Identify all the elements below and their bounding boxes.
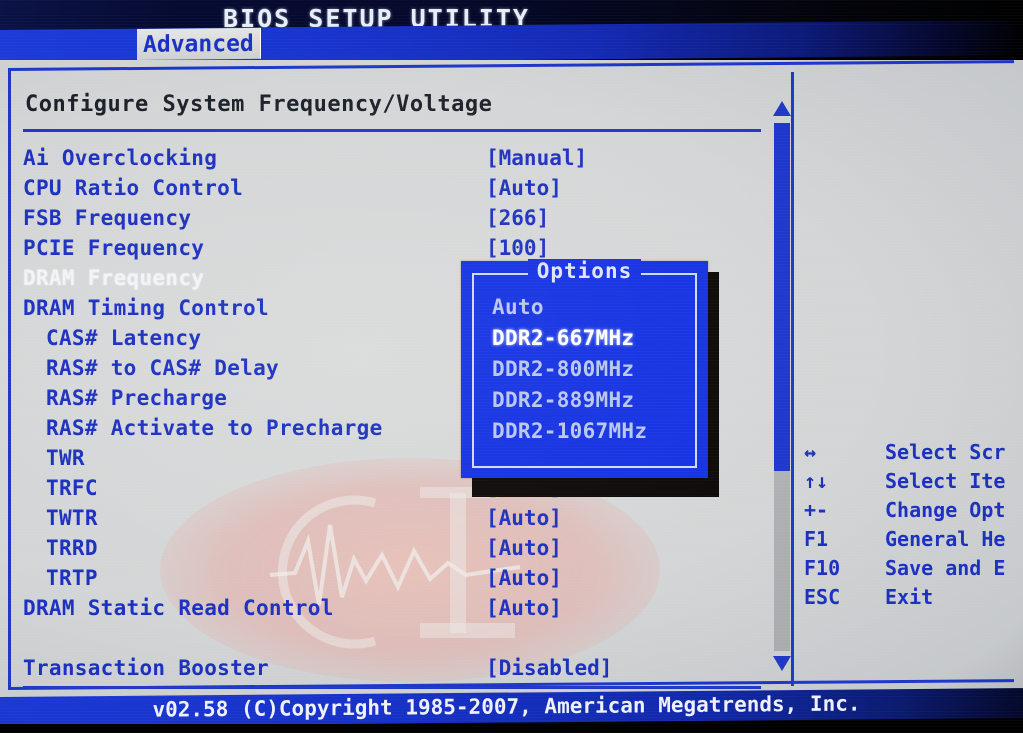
setting-label: DRAM Frequency — [23, 266, 205, 290]
help-key: F1 — [804, 527, 829, 551]
setting-label: Ai Overclocking — [23, 146, 218, 170]
help-key: F10 — [804, 556, 841, 580]
setting-label: CPU Ratio Control — [23, 176, 244, 200]
option-item[interactable]: Auto — [492, 295, 647, 326]
setting-label: FSB Frequency — [23, 206, 192, 230]
bios-screen: BIOS SETUP UTILITY Advanced Configure Sy… — [0, 0, 1023, 733]
setting-value[interactable]: [Manual] — [486, 146, 587, 170]
help-action: Select Ite — [885, 469, 1006, 493]
help-action: General He — [885, 527, 1006, 551]
help-key: ESC — [804, 585, 841, 609]
scroll-down-arrow-icon[interactable] — [773, 656, 791, 671]
settings-row[interactable]: DRAM Static Read Control [Auto] — [18, 596, 778, 626]
option-item[interactable]: DDR2-1067MHz — [492, 419, 647, 450]
setting-label: CAS# Latency — [46, 326, 202, 350]
help-action: Exit — [885, 585, 934, 609]
setting-label: Transaction Booster — [23, 656, 269, 680]
help-row: ↑↓ Select Ite — [800, 469, 1023, 498]
settings-row[interactable]: TRRD [Auto] — [18, 536, 778, 566]
help-action: Select Scr — [885, 440, 1006, 464]
scroll-up-arrow-icon[interactable] — [773, 101, 791, 116]
help-action: Save and E — [885, 556, 1006, 580]
settings-row-spacer — [18, 626, 778, 656]
help-key: ↑↓ — [804, 469, 829, 493]
tab-advanced[interactable]: Advanced — [137, 27, 261, 61]
help-row: ↔ Select Scr — [800, 440, 1023, 469]
settings-row[interactable]: FSB Frequency [266] — [18, 206, 778, 236]
setting-value[interactable]: [Auto] — [486, 596, 562, 620]
options-dialog-title: Options — [474, 259, 695, 283]
setting-value[interactable]: [Auto] — [486, 566, 562, 590]
help-key: +- — [804, 498, 829, 522]
option-item[interactable]: DDR2-889MHz — [492, 388, 647, 419]
help-row: ESC Exit — [800, 585, 1023, 614]
options-dialog-border: Options Auto DDR2-667MHz DDR2-800MHz DDR2-8… — [472, 259, 697, 468]
settings-row[interactable]: Transaction Booster [Disabled] — [18, 656, 778, 686]
setting-label: TWR — [46, 446, 85, 470]
vertical-scrollbar[interactable] — [772, 97, 792, 677]
settings-row[interactable]: TWTR [Auto] — [18, 506, 778, 536]
setting-label: TRRD — [46, 536, 98, 560]
setting-label: RAS# to CAS# Delay — [46, 356, 279, 380]
setting-value[interactable]: [Auto] — [486, 506, 562, 530]
page-title: Configure System Frequency/Voltage — [25, 92, 493, 117]
setting-label: DRAM Timing Control — [23, 296, 269, 320]
setting-label: RAS# Activate to Precharge — [46, 416, 383, 440]
scrollbar-thumb[interactable] — [774, 123, 790, 471]
title-divider — [23, 129, 761, 132]
settings-row[interactable]: Ai Overclocking [Manual] — [18, 146, 778, 176]
option-item[interactable]: DDR2-800MHz — [492, 357, 647, 388]
settings-row[interactable]: TRTP [Auto] — [18, 566, 778, 596]
setting-value[interactable]: [Auto] — [486, 176, 562, 200]
option-item[interactable]: DDR2-667MHz — [492, 326, 647, 357]
options-list: Auto DDR2-667MHz DDR2-800MHz DDR2-889MHz DDR… — [492, 295, 647, 450]
screen-bottom-bezel — [0, 724, 1023, 733]
help-legend: ↔ Select Scr ↑↓ Select Ite +- Change Opt F1 Gen… — [800, 440, 1023, 614]
setting-value[interactable]: [100] — [486, 236, 549, 260]
setting-label: TWTR — [46, 506, 98, 530]
setting-value[interactable]: [Disabled] — [486, 656, 612, 680]
setting-label: TRFC — [46, 476, 98, 500]
setting-value[interactable]: [266] — [486, 206, 549, 230]
help-key: ↔ — [804, 440, 817, 464]
setting-label: TRTP — [46, 566, 98, 590]
help-action: Change Opt — [885, 498, 1006, 522]
options-dialog[interactable]: Options Auto DDR2-667MHz DDR2-800MHz DDR2-8… — [461, 259, 708, 478]
setting-label: PCIE Frequency — [23, 236, 205, 260]
help-row: +- Change Opt — [800, 498, 1023, 527]
setting-value[interactable]: [Auto] — [486, 536, 562, 560]
settings-row[interactable]: CPU Ratio Control [Auto] — [18, 176, 778, 206]
bottom-divider — [23, 686, 761, 689]
help-row: F10 Save and E — [800, 556, 1023, 585]
setting-label: DRAM Static Read Control — [23, 596, 334, 620]
setting-label: RAS# Precharge — [46, 386, 228, 410]
tab-advanced-label: Advanced — [143, 30, 254, 58]
help-row: F1 General He — [800, 527, 1023, 556]
